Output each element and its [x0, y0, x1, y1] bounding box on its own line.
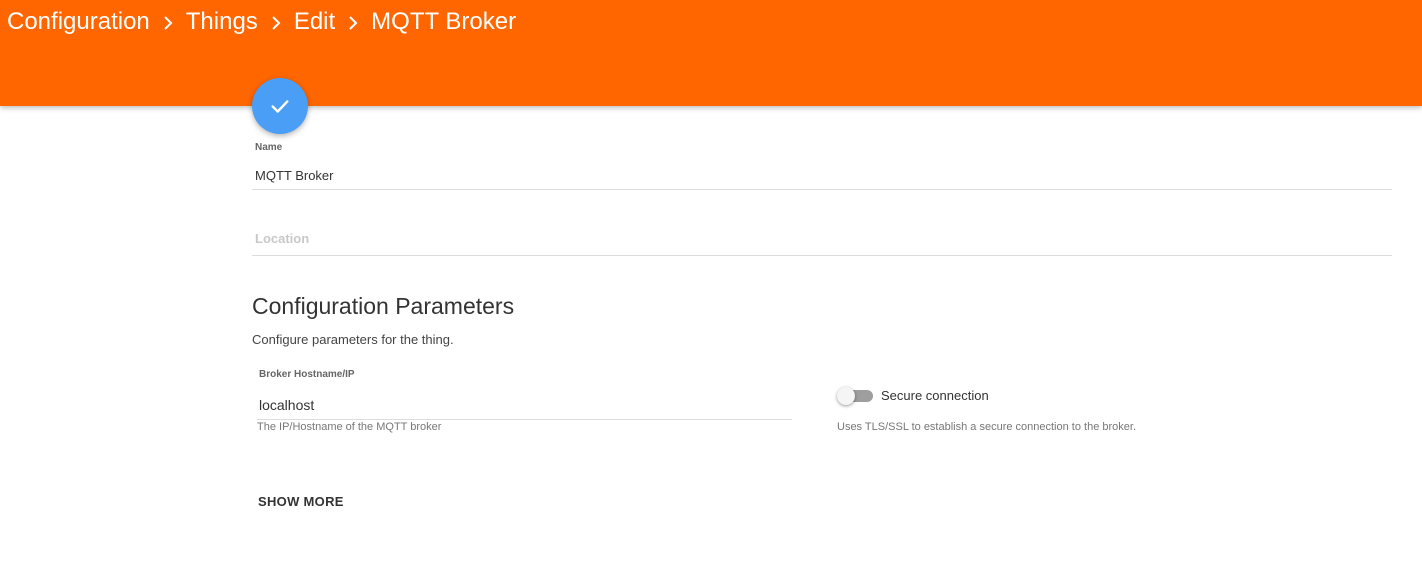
- name-underline: [252, 189, 1392, 190]
- breadcrumb-things[interactable]: Things: [186, 8, 258, 36]
- broker-hostname-label: Broker Hostname/IP: [259, 369, 355, 380]
- broker-hostname-input[interactable]: localhost: [259, 397, 314, 413]
- broker-hostname-underline: [257, 419, 792, 420]
- save-button[interactable]: [252, 78, 308, 134]
- show-more-button[interactable]: SHOW MORE: [250, 490, 352, 513]
- name-label: Name: [255, 142, 283, 153]
- secure-connection-toggle[interactable]: [837, 387, 873, 405]
- name-input[interactable]: MQTT Broker: [255, 168, 334, 183]
- toggle-thumb: [837, 387, 855, 405]
- location-input[interactable]: Location: [255, 231, 309, 246]
- secure-connection-label: Secure connection: [881, 388, 989, 403]
- breadcrumb-edit[interactable]: Edit: [294, 8, 335, 36]
- location-underline: [252, 255, 1392, 256]
- breadcrumb-configuration[interactable]: Configuration: [7, 8, 150, 36]
- config-section-title: Configuration Parameters: [252, 293, 515, 319]
- chevron-right-icon: [335, 12, 371, 33]
- check-icon: [271, 100, 289, 113]
- config-section-description: Configure parameters for the thing.: [252, 332, 454, 347]
- breadcrumb: Configuration Things Edit MQTT Broker: [7, 6, 516, 38]
- secure-connection-hint: Uses TLS/SSL to establish a secure conne…: [837, 421, 1137, 433]
- chevron-right-icon: [150, 12, 186, 33]
- broker-hostname-hint: The IP/Hostname of the MQTT broker: [257, 421, 442, 433]
- chevron-right-icon: [258, 12, 294, 33]
- breadcrumb-current: MQTT Broker: [371, 8, 517, 35]
- app-header: Configuration Things Edit MQTT Broker: [0, 0, 1422, 106]
